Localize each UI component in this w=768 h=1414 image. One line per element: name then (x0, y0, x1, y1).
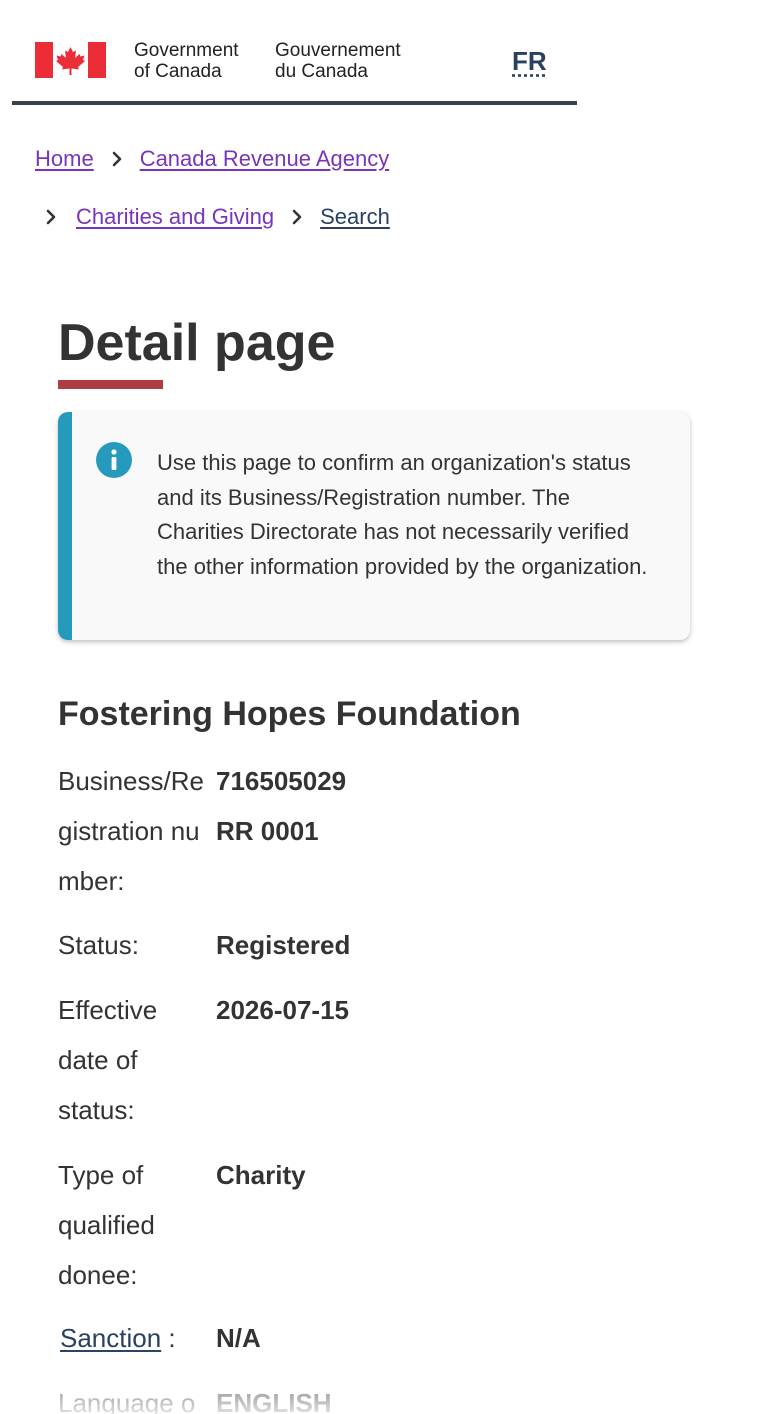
language-toggle-link[interactable]: FR (512, 46, 547, 77)
signature-en-line1: Government (134, 40, 239, 61)
business-number-value: 716505029 RR 0001 (216, 756, 346, 856)
business-number-part: 716505029 (216, 766, 347, 796)
effective-date-value: 2026-07-15 (216, 995, 349, 1025)
site-header: Government of Canada Gouvernement du Can… (0, 0, 768, 110)
chevron-right-icon (286, 206, 308, 228)
language-label: Language o (58, 1388, 196, 1414)
detail-row-effective-date: Effective date of status: 2026-07-15 (58, 985, 718, 1135)
breadcrumb-home-link[interactable]: Home (35, 146, 94, 172)
signature-en-line2: of Canada (134, 61, 222, 82)
info-alert: Use this page to confirm an organization… (58, 412, 690, 640)
effective-date-label: Effective date of status: (58, 995, 158, 1125)
breadcrumb-row-2: Charities and Giving Search (40, 204, 390, 230)
business-number-label: Business/Registration number: (58, 766, 204, 896)
signature-french: Gouvernement du Canada (275, 40, 401, 82)
sanction-colon: : (161, 1323, 176, 1353)
breadcrumb-search-link[interactable]: Search (320, 204, 390, 230)
sanction-value: N/A (216, 1323, 261, 1353)
signature-english: Government of Canada (134, 40, 239, 82)
chevron-right-icon (40, 206, 62, 228)
breadcrumb-cra-link[interactable]: Canada Revenue Agency (140, 146, 390, 172)
alert-message: Use this page to confirm an organization… (157, 450, 648, 579)
status-value: Registered (216, 930, 351, 960)
organization-name: Fostering Hopes Foundation (58, 695, 521, 733)
detail-row-donee-type: Type of qualified donee: Charity (58, 1150, 718, 1300)
detail-row-status: Status: Registered (58, 920, 718, 970)
detail-row-business-number: Business/Registration number: 716505029 … (58, 756, 718, 906)
page-title: Detail page (58, 314, 336, 372)
alert-stripe (58, 412, 72, 640)
header-divider (12, 101, 577, 105)
sanction-label: Sanction : (60, 1313, 212, 1363)
page: Government of Canada Gouvernement du Can… (0, 0, 768, 1414)
signature-fr-line2: du Canada (275, 61, 368, 82)
breadcrumb-charities-link[interactable]: Charities and Giving (76, 204, 274, 230)
status-label: Status: (58, 930, 139, 960)
detail-row-language: Language o ENGLISH (58, 1378, 718, 1414)
chevron-right-icon (106, 148, 128, 170)
donee-type-value: Charity (216, 1160, 306, 1190)
canada-flag-icon[interactable] (35, 42, 106, 78)
language-value: ENGLISH (216, 1388, 332, 1414)
breadcrumb-row-1: Home Canada Revenue Agency (35, 146, 389, 172)
donee-type-label: Type of qualified donee: (58, 1160, 155, 1290)
sanction-link[interactable]: Sanction (60, 1323, 161, 1353)
program-account-part: RR 0001 (216, 816, 319, 846)
title-underline (58, 380, 163, 389)
signature-fr-line1: Gouvernement (275, 40, 401, 61)
info-icon (96, 442, 132, 478)
detail-row-sanction: Sanction : N/A (58, 1313, 718, 1363)
